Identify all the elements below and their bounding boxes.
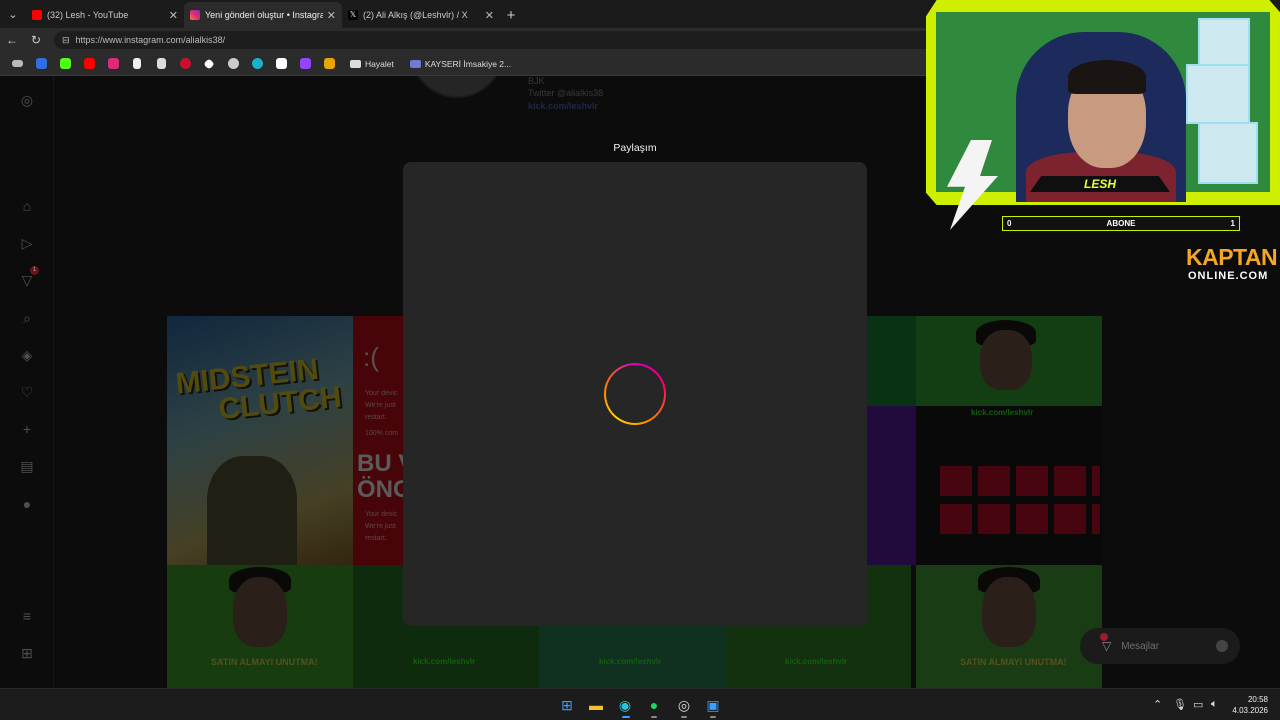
- bookmark-kick-icon[interactable]: [54, 53, 76, 75]
- webcam-feed: [936, 12, 1270, 202]
- bookmark-diamond-icon[interactable]: [198, 53, 220, 75]
- close-tab-icon[interactable]: ✕: [169, 9, 178, 22]
- tab-youtube[interactable]: (32) Lesh - YouTube ✕: [26, 2, 184, 28]
- url-field[interactable]: ⊟ https://www.instagram.com/alialkis38/: [54, 31, 934, 49]
- show-hidden-icons-chevron-icon[interactable]: ⌃: [1153, 698, 1162, 711]
- tab-title: (2) Ali Alkış (@Leshvlr) / X: [363, 10, 468, 20]
- close-tab-icon[interactable]: ✕: [327, 9, 336, 22]
- bookmark-imsakiye[interactable]: KAYSERİ İmsakiye 2...: [409, 58, 512, 69]
- site-info-icon[interactable]: ⊟: [62, 35, 70, 46]
- streamer-name: LESH: [1030, 176, 1170, 192]
- instagram-icon: [190, 10, 200, 20]
- modal-title: Paylaşım: [613, 142, 657, 154]
- subscriber-goal-bar: 0 ABONE 1: [1002, 216, 1240, 231]
- goal-label: ABONE: [1106, 219, 1136, 228]
- goal-start: 0: [1007, 219, 1012, 228]
- bookmark-white-icon[interactable]: [270, 53, 292, 75]
- bookmark-x-icon[interactable]: [150, 53, 172, 75]
- ghost-icon: [350, 59, 361, 68]
- goal-end: 1: [1230, 219, 1235, 228]
- messages-label: Mesajlar: [1121, 640, 1160, 652]
- tab-instagram[interactable]: Yeni gönderi oluştur • Instagram ✕: [184, 2, 342, 28]
- youtube-icon: [32, 10, 42, 20]
- obs-icon[interactable]: ◎: [675, 696, 693, 714]
- sponsor-logo-sub: ONLINE.COM: [1188, 270, 1269, 282]
- volume-icon[interactable]: 🔈︎: [1211, 698, 1218, 711]
- bookmark-red-icon[interactable]: [174, 53, 196, 75]
- clock-date: 4.03.2026: [1232, 706, 1268, 715]
- bookmark-label: KAYSERİ İmsakiye 2...: [424, 58, 512, 69]
- loading-spinner-icon: [604, 363, 666, 425]
- wall-poster: [1186, 64, 1250, 124]
- reload-icon[interactable]: ↻: [24, 33, 48, 47]
- messages-button[interactable]: ▽ Mesajlar: [1080, 628, 1240, 664]
- network-icon[interactable]: ▭: [1193, 698, 1203, 711]
- bookmark-r-icon[interactable]: [30, 53, 52, 75]
- back-arrow-icon[interactable]: ←: [0, 33, 24, 47]
- bookmark-twitch-icon[interactable]: [294, 53, 316, 75]
- tab-list-chevron-icon[interactable]: ⌄: [0, 0, 26, 28]
- microphone-icon[interactable]: 🎙︎: [1173, 698, 1187, 711]
- avatar: [1216, 640, 1228, 652]
- file-explorer-icon[interactable]: ▬: [587, 696, 605, 714]
- bookmark-k-icon[interactable]: [318, 53, 340, 75]
- bookmark-chatgpt-icon[interactable]: [222, 53, 244, 75]
- close-tab-icon[interactable]: ✕: [485, 9, 494, 22]
- edge-browser-icon[interactable]: ◉: [616, 696, 634, 714]
- page-icon: [409, 59, 421, 68]
- wall-poster: [1198, 122, 1258, 184]
- new-tab-plus-icon[interactable]: +: [500, 2, 522, 28]
- tab-x[interactable]: 𝕏 (2) Ali Alkış (@Leshvlr) / X ✕: [342, 2, 500, 28]
- messenger-icon: ▽: [1102, 639, 1112, 653]
- create-post-modal: [403, 162, 867, 626]
- clock-time: 20:58: [1247, 695, 1268, 704]
- x-logo-icon: 𝕏: [348, 10, 358, 20]
- bookmark-cyan-icon[interactable]: [246, 53, 268, 75]
- windows-start-icon[interactable]: ⊞: [558, 696, 576, 714]
- bookmark-instagram-icon[interactable]: [102, 53, 124, 75]
- bookmark-icon[interactable]: [6, 53, 28, 75]
- spotify-icon[interactable]: ●: [645, 696, 663, 714]
- bookmark-label: Hayalet: [365, 58, 394, 69]
- sponsor-logo: KAPTAN: [1186, 244, 1278, 270]
- system-clock[interactable]: 20:58 4.03.2026: [1232, 694, 1268, 716]
- windows-taskbar: ⊞ ▬ ◉ ● ◎ ▣ ⌃ 🎙︎ ▭ 🔈︎ 20:58 4.03.2026: [0, 688, 1280, 720]
- bookmark-tiktok-icon[interactable]: [126, 53, 148, 75]
- bookmark-youtube-icon[interactable]: [78, 53, 100, 75]
- tab-title: Yeni gönderi oluştur • Instagram: [205, 10, 323, 20]
- url-text: https://www.instagram.com/alialkis38/: [75, 35, 226, 45]
- bookmark-hayalet[interactable]: Hayalet: [350, 59, 394, 69]
- photos-icon[interactable]: ▣: [704, 696, 722, 714]
- notification-badge: [1100, 633, 1108, 641]
- tab-title: (32) Lesh - YouTube: [47, 10, 129, 20]
